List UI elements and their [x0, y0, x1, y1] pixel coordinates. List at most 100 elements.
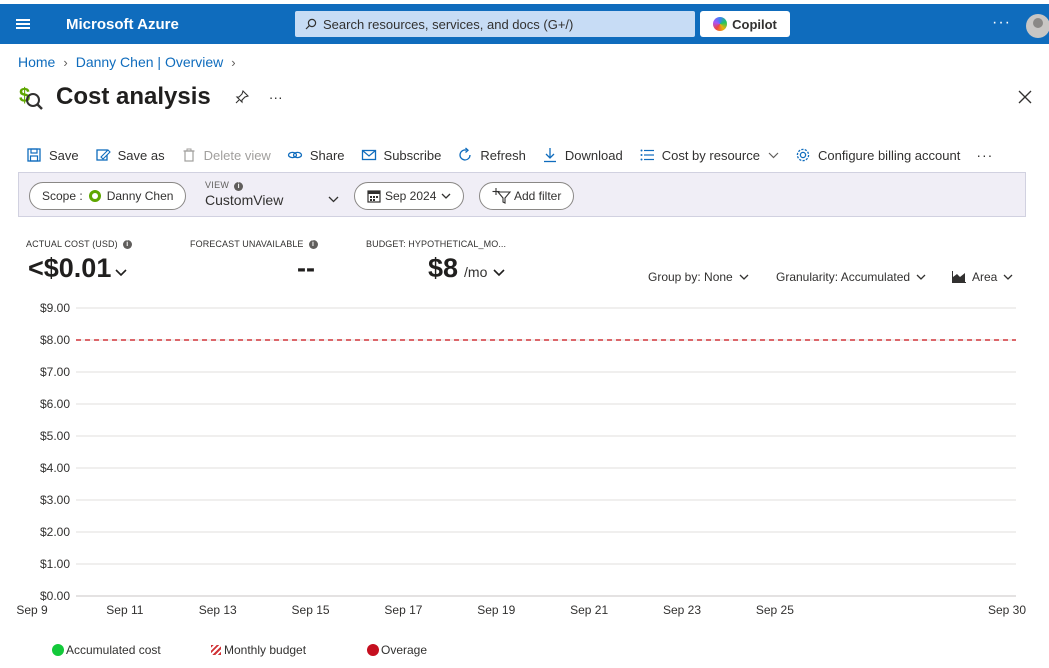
link-icon: [287, 151, 302, 159]
search-placeholder: Search resources, services, and docs (G+…: [323, 16, 574, 32]
chart-type-dropdown[interactable]: Area: [952, 270, 1013, 284]
delete-view-label: Delete view: [203, 147, 271, 163]
view-value: CustomView: [205, 192, 284, 208]
view-label-row: VIEW i: [205, 180, 343, 191]
view-selector[interactable]: VIEW i CustomView: [205, 180, 343, 208]
more-icon[interactable]: ···: [992, 14, 1011, 32]
save-icon: [27, 148, 41, 162]
refresh-label: Refresh: [480, 147, 526, 163]
info-icon[interactable]: i: [308, 239, 318, 249]
title-more-icon[interactable]: ···: [269, 89, 283, 105]
y-tick-label: $9.00: [40, 301, 70, 315]
y-tick-label: $5.00: [40, 429, 70, 443]
refresh-button[interactable]: Refresh: [457, 147, 526, 163]
x-tick-label: Sep 9: [16, 603, 48, 617]
x-tick-label: Sep 23: [663, 603, 701, 617]
info-icon: i: [234, 182, 244, 191]
x-tick-label: Sep 13: [199, 603, 237, 617]
chevron-right-icon: ›: [231, 54, 236, 70]
pin-icon[interactable]: [235, 90, 249, 104]
x-tick-label: Sep 17: [384, 603, 422, 617]
view-label: VIEW: [205, 180, 230, 190]
chevron-down-icon: [115, 269, 127, 277]
group-by-label: Group by: None: [648, 270, 733, 284]
add-filter-icon: [492, 188, 512, 204]
configure-billing-button[interactable]: Configure billing account: [795, 147, 960, 163]
budget-suffix: /mo: [464, 264, 488, 280]
gear-icon: [796, 148, 810, 162]
breadcrumb-home[interactable]: Home: [18, 54, 55, 70]
toolbar-more-icon[interactable]: ···: [976, 147, 993, 163]
calendar-icon: [367, 190, 381, 203]
date-range-pill[interactable]: Sep 2024: [354, 182, 465, 210]
actual-cost-amount: <$0.01: [28, 253, 112, 283]
forecast-value: --: [297, 253, 315, 283]
x-tick-label: Sep 25: [756, 603, 794, 617]
save-button[interactable]: Save: [26, 147, 79, 163]
budget-amount: $8: [428, 253, 459, 283]
y-tick-label: $8.00: [40, 333, 70, 347]
y-tick-label: $7.00: [40, 365, 70, 379]
chart-type-label: Area: [972, 270, 998, 284]
group-by-dropdown[interactable]: Group by: None: [648, 270, 749, 284]
close-icon[interactable]: [1018, 90, 1032, 104]
breadcrumb-parent[interactable]: Danny Chen | Overview: [76, 54, 224, 70]
cost-analysis-icon: $: [19, 85, 43, 110]
copilot-icon: [713, 17, 728, 31]
title-row: $ Cost analysis ···: [18, 82, 283, 112]
info-icon[interactable]: i: [122, 239, 132, 249]
legend-accumulated[interactable]: Accumulated cost: [52, 643, 161, 657]
hamburger-menu-icon[interactable]: [0, 4, 46, 44]
download-icon: [543, 148, 556, 163]
budget-value[interactable]: $8/mo: [428, 253, 505, 284]
legend-overage[interactable]: Overage: [367, 643, 427, 657]
download-label: Download: [564, 147, 623, 163]
save-as-icon: [95, 149, 111, 161]
copilot-button[interactable]: Copilot: [700, 11, 790, 37]
budget-label-row: BUDGET: HYPOTHETICAL_MO...: [366, 239, 506, 249]
area-chart-icon: [952, 271, 966, 283]
share-button[interactable]: Share: [287, 147, 345, 163]
actual-cost-label: ACTUAL COST (USD): [26, 239, 118, 249]
chevron-down-icon: [441, 193, 451, 199]
cost-chart: $9.00 $8.00 $7.00 $6.00 $5.00 $4.00 $3.00 $2.00…: [16, 301, 1026, 617]
legend-monthly-budget[interactable]: Monthly budget: [211, 643, 306, 657]
breadcrumb: Home › Danny Chen | Overview ›: [18, 54, 244, 70]
delete-view-button[interactable]: Delete view: [181, 147, 271, 163]
chevron-down-icon: [1003, 274, 1013, 280]
mail-icon: [361, 149, 376, 161]
cost-by-resource-label: Cost by resource: [661, 147, 760, 163]
forecast-label-row: FORECAST UNAVAILABLE i: [190, 239, 318, 249]
legend-accumulated-label: Accumulated cost: [66, 643, 161, 657]
forecast-label: FORECAST UNAVAILABLE: [190, 239, 304, 249]
list-icon: [640, 149, 654, 161]
search-input[interactable]: Search resources, services, and docs (G+…: [295, 11, 695, 37]
chevron-right-icon: ›: [63, 54, 68, 70]
granularity-label: Granularity: Accumulated: [776, 270, 911, 284]
granularity-dropdown[interactable]: Granularity: Accumulated: [776, 270, 926, 284]
x-tick-label: Sep 11: [106, 603, 143, 617]
add-filter-label: Add filter: [514, 189, 562, 203]
top-bar: Microsoft Azure Search resources, servic…: [0, 4, 1049, 44]
scope-pill[interactable]: Scope : Danny Chen: [29, 182, 187, 210]
accumulated-cost-dot-icon: [52, 644, 64, 656]
chevron-down-icon: [493, 269, 505, 277]
filter-bar: Scope : Danny Chen VIEW i CustomView Sep …: [18, 172, 1026, 217]
subscribe-button[interactable]: Subscribe: [361, 147, 441, 163]
monthly-budget-hatch-icon: [211, 645, 221, 655]
download-button[interactable]: Download: [542, 147, 623, 163]
save-as-label: Save as: [117, 147, 165, 163]
chevron-down-icon: [328, 196, 339, 203]
legend-monthly-budget-label: Monthly budget: [224, 643, 307, 657]
y-tick-label: $6.00: [40, 397, 70, 411]
chevron-down-icon: [739, 274, 749, 280]
save-as-button[interactable]: Save as: [95, 147, 165, 163]
add-filter-button[interactable]: Add filter: [479, 182, 575, 210]
brand-label[interactable]: Microsoft Azure: [66, 16, 179, 33]
avatar[interactable]: [1026, 14, 1049, 38]
x-tick-label: Sep 15: [292, 603, 330, 617]
y-tick-label: $2.00: [40, 525, 70, 539]
legend-overage-label: Overage: [381, 643, 428, 657]
cost-by-resource-dropdown[interactable]: Cost by resource: [639, 147, 779, 163]
actual-cost-value[interactable]: <$0.01: [28, 253, 127, 284]
